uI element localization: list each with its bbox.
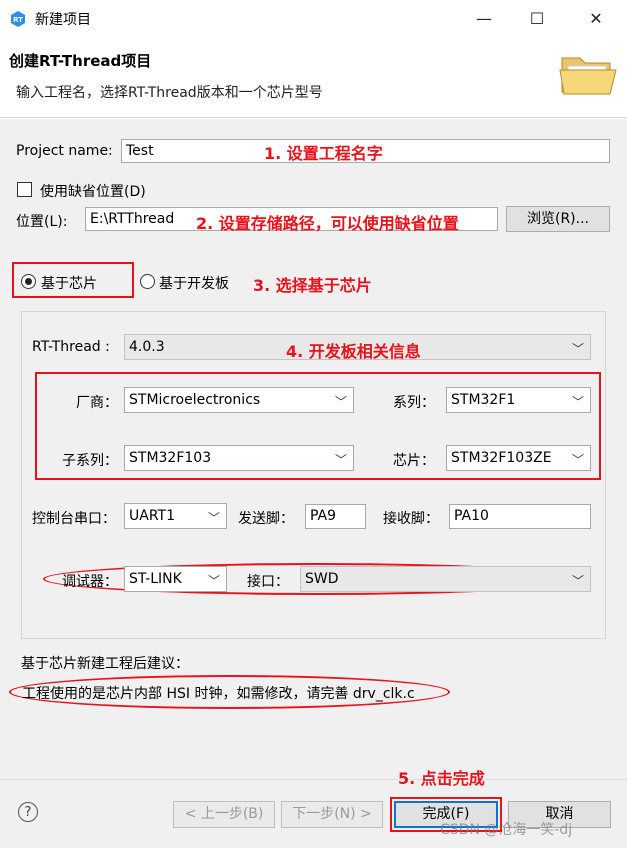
chevron-down-icon: ﹀ bbox=[571, 342, 584, 356]
chevron-down-icon: ﹀ bbox=[334, 395, 347, 409]
help-icon[interactable]: ? bbox=[18, 802, 38, 822]
console-uart-label: 控制台串口： bbox=[32, 511, 116, 527]
chevron-down-icon: ﹀ bbox=[571, 574, 584, 588]
footer-divider bbox=[0, 779, 627, 780]
debugger-label: 调试器： bbox=[62, 574, 118, 590]
next-button[interactable]: 下一步(N) > bbox=[281, 801, 383, 828]
annotation-2: 2. 设置存储路径，可以使用缺省位置 bbox=[196, 214, 459, 233]
interface-label: 接口： bbox=[247, 574, 289, 590]
project-name-label: Project name: bbox=[16, 143, 113, 159]
chip-mode-label: 基于芯片 bbox=[41, 276, 97, 292]
maximize-button[interactable]: ☐ bbox=[522, 6, 552, 32]
default-location-label: 使用缺省位置(D) bbox=[40, 184, 146, 200]
tx-pin-input[interactable]: PA9 bbox=[305, 504, 366, 529]
chip-value: STM32F103ZE bbox=[451, 450, 552, 466]
console-uart-select[interactable]: UART1 ﹀ bbox=[124, 503, 227, 529]
chip-select[interactable]: STM32F103ZE ﹀ bbox=[446, 445, 591, 471]
watermark: CSDN @沧海一笑-dj bbox=[440, 822, 573, 838]
series-label: 系列： bbox=[393, 395, 435, 411]
vendor-label: 厂商： bbox=[76, 395, 118, 411]
svg-text:RT: RT bbox=[13, 16, 23, 24]
annotation-1: 1. 设置工程名字 bbox=[264, 144, 383, 163]
series-select[interactable]: STM32F1 ﹀ bbox=[446, 387, 591, 413]
chevron-down-icon: ﹀ bbox=[571, 453, 584, 467]
location-label: 位置(L): bbox=[16, 214, 68, 230]
tx-pin-label: 发送脚： bbox=[238, 511, 294, 527]
series-value: STM32F1 bbox=[451, 392, 516, 408]
chevron-down-icon: ﹀ bbox=[207, 574, 220, 588]
subseries-label: 子系列： bbox=[62, 453, 118, 469]
annotation-3: 3. 选择基于芯片 bbox=[253, 276, 372, 295]
back-button[interactable]: < 上一步(B) bbox=[173, 801, 275, 828]
interface-select[interactable]: SWD ﹀ bbox=[300, 566, 591, 592]
advice-text: 工程使用的是芯片内部 HSI 时钟，如需修改，请完善 drv_clk.c bbox=[22, 686, 415, 702]
debugger-value: ST-LINK bbox=[129, 571, 182, 587]
subseries-select[interactable]: STM32F103 ﹀ bbox=[124, 445, 354, 471]
board-mode-radio[interactable] bbox=[140, 274, 155, 289]
vendor-select[interactable]: STMicroelectronics ﹀ bbox=[124, 387, 354, 413]
rtthread-version-label: RT-Thread : bbox=[32, 339, 110, 355]
default-location-checkbox[interactable] bbox=[17, 182, 32, 197]
rx-pin-input[interactable]: PA10 bbox=[449, 504, 591, 529]
minimize-button[interactable]: — bbox=[469, 6, 499, 32]
chevron-down-icon: ﹀ bbox=[207, 511, 220, 525]
subseries-value: STM32F103 bbox=[129, 450, 212, 466]
wizard-title: 创建RT-Thread项目 bbox=[9, 52, 152, 70]
vendor-value: STMicroelectronics bbox=[129, 392, 261, 408]
chevron-down-icon: ﹀ bbox=[571, 395, 584, 409]
window-title: 新建项目 bbox=[35, 12, 91, 28]
advice-title: 基于芯片新建工程后建议： bbox=[21, 656, 189, 672]
chip-mode-radio[interactable] bbox=[21, 274, 36, 289]
browse-button[interactable]: 浏览(R)... bbox=[506, 206, 610, 232]
close-button[interactable]: ✕ bbox=[581, 6, 611, 32]
chevron-down-icon: ﹀ bbox=[334, 453, 347, 467]
interface-value: SWD bbox=[305, 571, 339, 587]
annotation-5: 5. 点击完成 bbox=[398, 769, 485, 788]
console-uart-value: UART1 bbox=[129, 508, 175, 524]
board-mode-label: 基于开发板 bbox=[159, 276, 229, 292]
wizard-subtitle: 输入工程名，选择RT-Thread版本和一个芯片型号 bbox=[16, 85, 323, 101]
chip-label: 芯片： bbox=[393, 453, 435, 469]
annotation-4: 4. 开发板相关信息 bbox=[286, 342, 421, 361]
rtthread-version-value: 4.0.3 bbox=[129, 339, 165, 355]
rx-pin-label: 接收脚： bbox=[383, 511, 439, 527]
debugger-select[interactable]: ST-LINK ﹀ bbox=[124, 566, 227, 592]
folder-icon bbox=[559, 57, 617, 95]
rt-thread-app-icon: RT bbox=[11, 11, 25, 27]
